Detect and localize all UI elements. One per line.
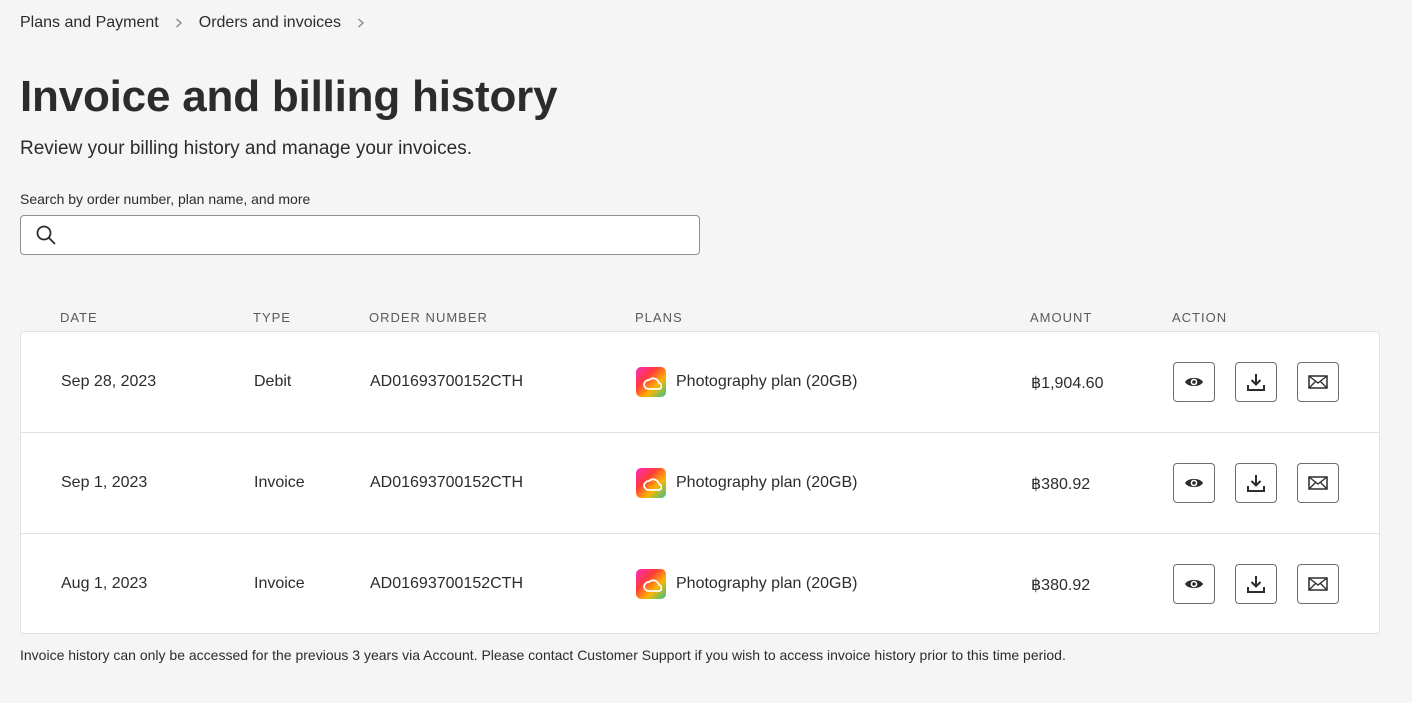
email-invoice-button[interactable]: [1297, 463, 1339, 503]
row-amount: ฿380.92: [1031, 476, 1091, 493]
table-row: Aug 1, 2023 Invoice AD01693700152CTH Pho…: [21, 534, 1379, 635]
column-header-type: TYPE: [253, 310, 291, 325]
row-type: Invoice: [254, 575, 305, 592]
row-actions: [1173, 564, 1339, 604]
search-icon: [35, 224, 57, 246]
row-actions: [1173, 362, 1339, 402]
column-header-date: DATE: [60, 310, 98, 325]
page-subtitle: Review your billing history and manage y…: [20, 138, 473, 159]
row-type: Debit: [254, 373, 292, 390]
download-icon: [1247, 374, 1265, 391]
row-type: Invoice: [254, 474, 305, 491]
search-input[interactable]: [57, 216, 699, 254]
download-invoice-button[interactable]: [1235, 463, 1277, 503]
search-label: Search by order number, plan name, and m…: [20, 191, 311, 207]
download-icon: [1247, 576, 1265, 593]
creative-cloud-icon: [636, 468, 666, 498]
eye-icon: [1185, 579, 1203, 589]
row-plan: Photography plan (20GB): [636, 367, 857, 397]
history-footnote: Invoice history can only be accessed for…: [20, 647, 1066, 663]
email-invoice-button[interactable]: [1297, 362, 1339, 402]
row-date: Sep 1, 2023: [61, 474, 148, 491]
page-title: Invoice and billing history: [20, 72, 558, 121]
table-row: Sep 28, 2023 Debit AD01693700152CTH Phot…: [21, 332, 1379, 433]
row-amount: ฿380.92: [1031, 577, 1091, 594]
row-order-number: AD01693700152CTH: [370, 373, 523, 390]
row-plan: Photography plan (20GB): [636, 468, 857, 498]
page: Plans and Payment Orders and invoices In…: [0, 0, 1412, 703]
plan-name: Photography plan (20GB): [676, 474, 858, 491]
email-icon: [1308, 375, 1328, 389]
plan-name: Photography plan (20GB): [676, 575, 858, 592]
column-header-action: ACTION: [1172, 310, 1228, 325]
download-invoice-button[interactable]: [1235, 362, 1277, 402]
eye-icon: [1185, 478, 1203, 488]
plan-name: Photography plan (20GB): [676, 373, 858, 390]
breadcrumb-orders-and-invoices[interactable]: Orders and invoices: [199, 14, 341, 32]
row-order-number: AD01693700152CTH: [370, 575, 523, 592]
chevron-right-icon: [159, 18, 199, 28]
email-icon: [1308, 476, 1328, 490]
table-row: Sep 1, 2023 Invoice AD01693700152CTH Pho…: [21, 433, 1379, 534]
row-plan: Photography plan (20GB): [636, 569, 857, 599]
row-actions: [1173, 463, 1339, 503]
breadcrumb: Plans and Payment Orders and invoices: [20, 14, 381, 32]
creative-cloud-icon: [636, 367, 666, 397]
breadcrumb-plans-and-payment[interactable]: Plans and Payment: [20, 14, 159, 32]
table-header: DATE TYPE ORDER NUMBER PLANS AMOUNT ACTI…: [20, 308, 1380, 328]
row-order-number: AD01693700152CTH: [370, 474, 523, 491]
email-icon: [1308, 577, 1328, 591]
column-header-amount: AMOUNT: [1030, 310, 1093, 325]
download-icon: [1247, 475, 1265, 492]
invoice-table: Sep 28, 2023 Debit AD01693700152CTH Phot…: [20, 331, 1380, 634]
creative-cloud-icon: [636, 569, 666, 599]
search-field[interactable]: [20, 215, 700, 255]
row-date: Sep 28, 2023: [61, 373, 157, 390]
column-header-plans: PLANS: [635, 310, 683, 325]
chevron-right-icon: [341, 18, 381, 28]
view-invoice-button[interactable]: [1173, 564, 1215, 604]
column-header-order-number: ORDER NUMBER: [369, 310, 488, 325]
row-amount: ฿1,904.60: [1031, 375, 1104, 392]
view-invoice-button[interactable]: [1173, 463, 1215, 503]
download-invoice-button[interactable]: [1235, 564, 1277, 604]
email-invoice-button[interactable]: [1297, 564, 1339, 604]
view-invoice-button[interactable]: [1173, 362, 1215, 402]
eye-icon: [1185, 377, 1203, 387]
row-date: Aug 1, 2023: [61, 575, 148, 592]
